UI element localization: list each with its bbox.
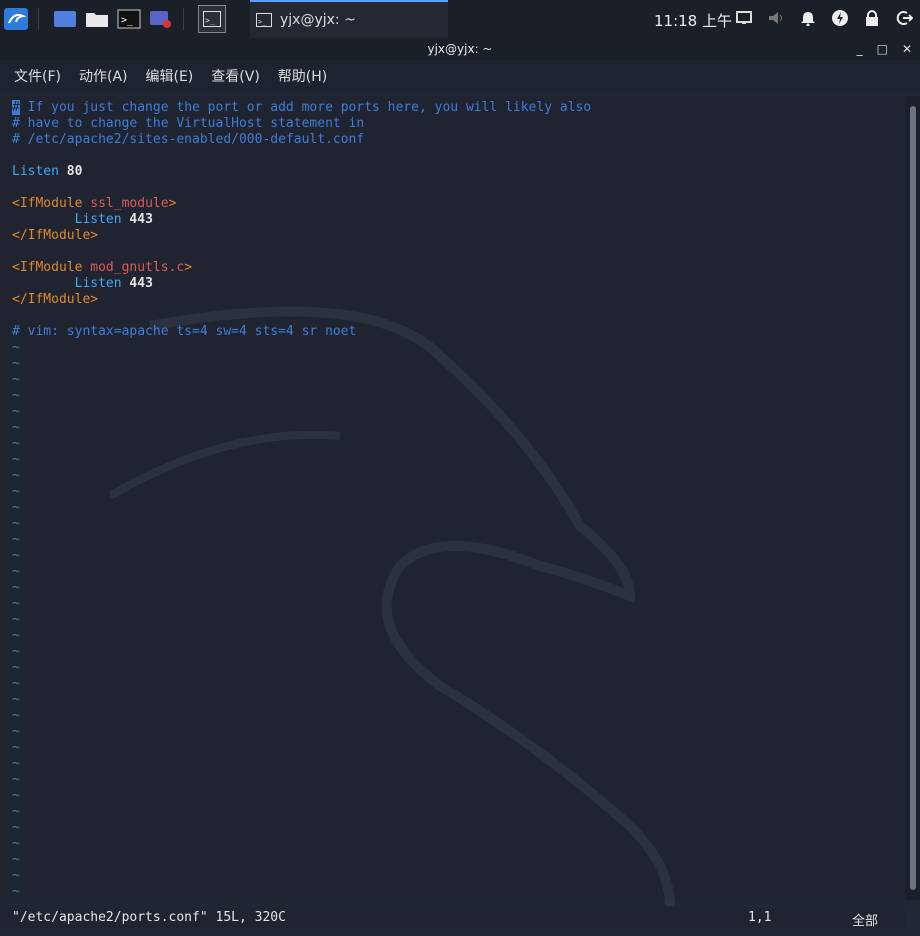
tilde-line: ~ [12,708,20,723]
tilde-line: ~ [12,884,20,899]
code-line: </IfModule> [12,292,99,307]
code-line: Listen 443 [74,212,153,227]
tilde-line: ~ [12,404,20,419]
top-panel: >_ >_ >_ yjx@yjx: ~ 11:18 上午 [0,0,920,39]
tilde-line: ~ [12,788,20,803]
code-line: # If you just change the port or add mor… [12,100,592,115]
svg-text:>_: >_ [121,15,134,26]
maximize-button[interactable]: □ [877,38,888,60]
cursor-position: 1,1 [748,910,772,925]
code-line: Listen 80 [12,164,83,179]
panel-separator [38,8,39,30]
svg-text:>_: >_ [258,18,267,26]
terminal-window-icon[interactable]: >_ [198,5,226,33]
desktop-icon[interactable] [53,8,77,30]
scroll-position: 全部 [852,914,879,929]
bell-icon[interactable] [798,7,818,29]
code-line: <IfModule ssl_module> [12,196,177,211]
tilde-line: ~ [12,532,20,547]
tilde-line: ~ [12,372,20,387]
tilde-line: ~ [12,388,20,403]
tilde-line: ~ [12,660,20,675]
recorder-icon[interactable] [149,8,173,30]
menu-action[interactable]: 动作(A) [79,66,128,86]
taskbar-window-title: yjx@yjx: ~ [280,12,356,28]
menu-edit[interactable]: 编辑(E) [146,66,194,86]
tilde-line: ~ [12,852,20,867]
code-line: # /etc/apache2/sites-enabled/000-default… [12,132,365,147]
tilde-line: ~ [12,628,20,643]
tilde-line: ~ [12,692,20,707]
scrollbar-thumb[interactable] [910,106,916,890]
tilde-line: ~ [12,452,20,467]
window-titlebar[interactable]: yjx@yjx: ~ _ □ ✕ [0,38,920,60]
tilde-line: ~ [12,820,20,835]
tilde-line: ~ [12,564,20,579]
tilde-line: ~ [12,356,20,371]
tilde-line: ~ [12,836,20,851]
svg-text:>_: >_ [205,16,215,25]
clock[interactable]: 11:18 上午 [654,10,732,31]
terminal-small-icon: >_ [256,13,272,27]
tilde-line: ~ [12,756,20,771]
logout-icon[interactable] [894,7,914,29]
terminal-icon[interactable]: >_ [117,8,141,30]
menu-help[interactable]: 帮助(H) [278,66,327,86]
tilde-line: ~ [12,804,20,819]
tilde-line: ~ [12,548,20,563]
kali-menu-icon[interactable] [4,8,28,30]
code-line: Listen 443 [74,276,153,291]
lock-icon[interactable] [862,7,882,29]
tilde-line: ~ [12,724,20,739]
close-button[interactable]: ✕ [902,38,912,60]
menu-view[interactable]: 查看(V) [211,66,260,86]
file-info: "/etc/apache2/ports.conf" 15L, 320C [12,910,286,925]
scrollbar[interactable] [906,96,920,900]
code-line: <IfModule mod_gnutls.c> [12,260,193,275]
volume-icon[interactable] [766,7,786,29]
tilde-line: ~ [12,436,20,451]
code-line: # have to change the VirtualHost stateme… [12,116,365,131]
tilde-line: ~ [12,580,20,595]
tilde-line: ~ [12,516,20,531]
display-icon[interactable] [734,7,754,29]
system-tray [734,7,914,29]
tilde-line: ~ [12,772,20,787]
menu-bar: 文件(F) 动作(A) 编辑(E) 查看(V) 帮助(H) [0,60,920,92]
tilde-line: ~ [12,484,20,499]
panel-separator [183,8,184,30]
tilde-line: ~ [12,644,20,659]
folder-icon[interactable] [85,8,109,30]
tilde-line: ~ [12,868,20,883]
taskbar-window-button[interactable]: >_ yjx@yjx: ~ [250,0,448,38]
code-line: </IfModule> [12,228,99,243]
tilde-line: ~ [12,676,20,691]
tilde-line: ~ [12,340,20,355]
terminal-window: yjx@yjx: ~ _ □ ✕ 文件(F) 动作(A) 编辑(E) 查看(V)… [0,38,920,936]
vim-editor[interactable]: # If you just change the port or add mor… [0,96,906,906]
power-manager-icon[interactable] [830,7,850,29]
code-line: # vim: syntax=apache ts=4 sw=4 sts=4 sr … [12,324,357,339]
window-title: yjx@yjx: ~ [427,42,493,56]
tilde-line: ~ [12,596,20,611]
minimize-button[interactable]: _ [857,38,863,60]
editor-lines: # If you just change the port or add mor… [12,100,591,900]
tilde-line: ~ [12,612,20,627]
tilde-line: ~ [12,468,20,483]
empty-line-markers: ~ ~ ~ ~ ~ ~ ~ ~ ~ ~ ~ ~ ~ ~ ~ ~ ~ ~ ~ ~ ~ ~ ~ ~ ~ ~ ~ ~ ~ ~ ~ ~ ~ ~ ~ [12,340,591,900]
vim-status-line: "/etc/apache2/ports.conf" 15L, 320C 1,1 … [0,908,906,929]
menu-file[interactable]: 文件(F) [14,66,61,86]
tilde-line: ~ [12,500,20,515]
tilde-line: ~ [12,420,20,435]
cursor: # [12,100,20,115]
tilde-line: ~ [12,740,20,755]
